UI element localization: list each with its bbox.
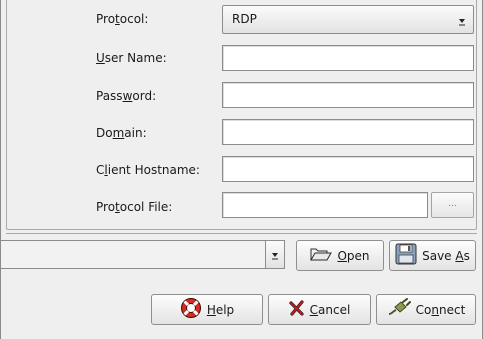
user-name-input[interactable] <box>222 45 474 71</box>
floppy-disk-icon <box>395 243 417 268</box>
protocol-label: Protocol: <box>96 12 149 26</box>
password-input[interactable] <box>222 82 474 108</box>
open-button[interactable]: Open <box>296 240 384 271</box>
client-hostname-label: Client Hostname: <box>96 163 200 177</box>
protocol-file-label: Protocol File: <box>96 200 173 214</box>
connect-button[interactable]: Connect <box>376 294 476 325</box>
protocol-select[interactable]: RDP <box>222 5 474 34</box>
protocol-file-input[interactable] <box>222 192 428 218</box>
protocol-value: RDP <box>232 12 257 26</box>
cancel-button[interactable]: Cancel <box>268 294 371 325</box>
red-x-icon <box>289 300 305 319</box>
save-as-button[interactable]: Save As <box>389 240 476 271</box>
help-button[interactable]: Help <box>151 294 263 325</box>
domain-label: Domain: <box>96 126 147 140</box>
lifebuoy-icon <box>180 297 202 322</box>
profile-combo-dropdown-button[interactable] <box>266 240 285 269</box>
help-button-label: Help <box>206 302 235 317</box>
client-hostname-input[interactable] <box>222 156 474 182</box>
cancel-button-label: Cancel <box>309 302 351 317</box>
browse-button[interactable]: ... <box>431 192 474 218</box>
profile-combo-input[interactable] <box>0 240 266 269</box>
folder-open-icon <box>310 246 333 265</box>
separator <box>6 233 477 234</box>
open-button-label: Open <box>337 248 370 263</box>
save-as-button-label: Save As <box>422 248 470 263</box>
chevron-down-icon <box>457 16 467 26</box>
user-name-label: User Name: <box>96 51 167 65</box>
chevron-down-icon <box>270 250 280 260</box>
domain-input[interactable] <box>222 119 474 145</box>
connect-button-label: Connect <box>415 302 466 317</box>
plug-icon <box>387 298 411 321</box>
password-label: Password: <box>96 89 157 103</box>
